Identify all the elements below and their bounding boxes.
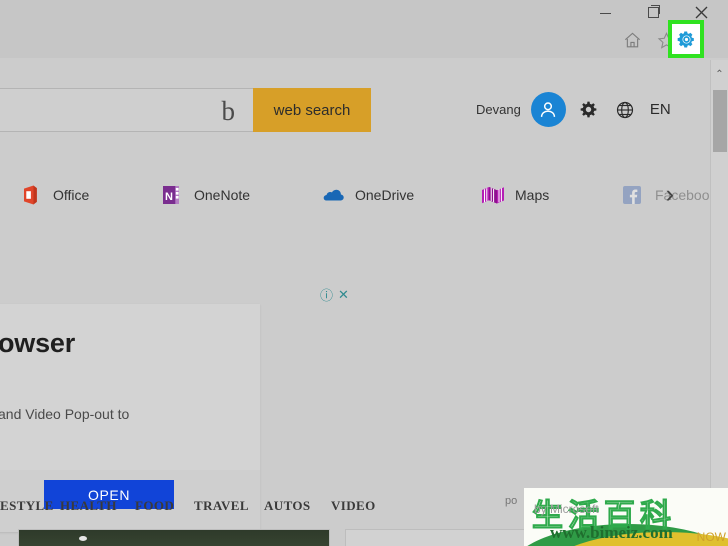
watermark-url: www.bimeiz.com (550, 523, 673, 542)
nav-item-food[interactable]: FOOD (135, 498, 174, 514)
nav-item-health[interactable]: HEALTH (60, 498, 117, 514)
app-shortcut-office[interactable]: Office (18, 183, 89, 207)
app-label: OneNote (194, 187, 251, 203)
app-label: Maps (515, 187, 550, 203)
language-label[interactable]: EN (650, 101, 671, 118)
avatar[interactable] (530, 92, 566, 127)
close-x-glyph (695, 6, 707, 18)
facebook-icon (620, 183, 644, 207)
image-highlight (79, 536, 87, 541)
window-minimize-button[interactable] (582, 0, 628, 24)
search-input[interactable]: b (0, 88, 254, 132)
adchoices-controls: ⓘ ✕ (320, 285, 349, 304)
gear-icon (677, 30, 694, 48)
content-card-image[interactable] (18, 529, 330, 546)
onenote-icon: N (159, 183, 183, 207)
maps-icon (480, 183, 504, 207)
language-globe-icon[interactable] (612, 97, 638, 123)
app-shortcut-onenote[interactable]: N OneNote (159, 183, 250, 207)
app-label: Office (53, 187, 90, 203)
minimize-glyph (599, 12, 611, 14)
powered-by-label: po (505, 495, 518, 507)
ad-title: owser (0, 328, 76, 358)
nav-item-lifestyle[interactable]: ESTYLE (0, 498, 54, 514)
watermark-corner-text: NOW (696, 530, 726, 544)
home-icon[interactable] (620, 28, 644, 52)
onedrive-icon (320, 183, 344, 207)
web-search-button[interactable]: web search (253, 88, 371, 132)
app-shortcut-onedrive[interactable]: OneDrive (320, 183, 414, 207)
gear-icon (580, 101, 597, 118)
app-label: OneDrive (355, 187, 415, 203)
scroll-up-arrow-icon[interactable]: ⌃ (711, 66, 728, 82)
person-avatar-icon (541, 101, 556, 117)
account-area: Devang EN (476, 92, 671, 127)
nav-item-autos[interactable]: AUTOS (264, 498, 311, 514)
account-name: Devang (476, 102, 521, 117)
browser-window: b web search Devang EN Office N OneNote … (0, 0, 728, 546)
search-row: b web search Devang EN (0, 88, 715, 134)
ad-subtitle: and Video Pop-out to (0, 406, 130, 422)
watermark-behind-text: by Microsoft (534, 502, 599, 516)
scrollbar-thumb[interactable] (713, 90, 727, 152)
svg-text:N: N (165, 191, 173, 203)
category-nav: ESTYLE HEALTH FOOD TRAVEL AUTOS VIDEO (0, 493, 500, 519)
restore-glyph (647, 4, 660, 18)
office-icon (18, 183, 42, 207)
nav-item-video[interactable]: VIDEO (331, 498, 376, 514)
page-content: b web search Devang EN Office N OneNote … (0, 58, 728, 546)
app-shortcut-maps[interactable]: Maps (480, 183, 549, 207)
adchoices-info-icon[interactable]: ⓘ (320, 285, 333, 304)
app-label: Facebook (655, 187, 717, 203)
globe-icon (616, 101, 633, 118)
header-settings-gear-icon[interactable] (576, 97, 602, 123)
settings-gear-button-highlighted[interactable] (668, 20, 704, 58)
app-shortcuts-row: Office N OneNote OneDrive Maps Facebook … (0, 168, 716, 222)
site-watermark: by Microsoft 生活百科 www.bimeiz.com NOW (524, 488, 728, 546)
nav-item-travel[interactable]: TRAVEL (194, 498, 249, 514)
apps-next-chevron-icon[interactable]: › (666, 180, 674, 208)
window-titlebar (0, 0, 728, 58)
bing-logo-icon: b (221, 96, 236, 126)
ad-close-icon[interactable]: ✕ (338, 287, 349, 303)
vertical-scrollbar[interactable]: ⌃ (710, 60, 728, 546)
